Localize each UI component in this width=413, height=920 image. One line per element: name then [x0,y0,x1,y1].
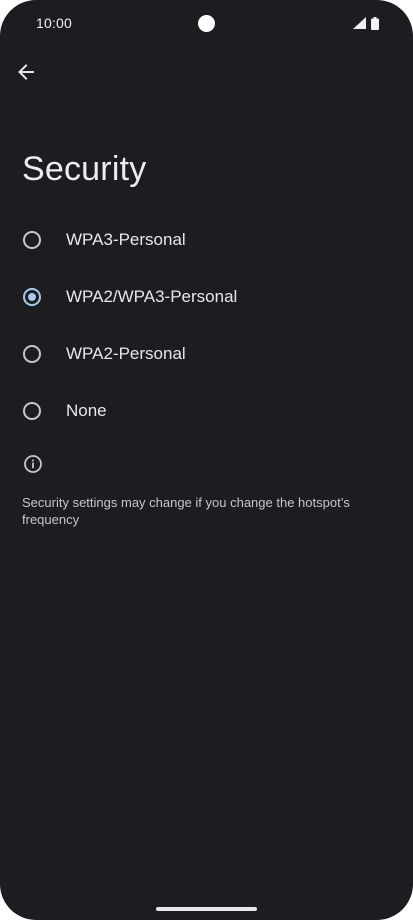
phone-screen: 10:00 Security WPA3-Personal WPA2/WPA3-P… [0,0,413,920]
option-wpa2-personal[interactable]: WPA2-Personal [0,325,413,382]
arrow-left-icon [18,64,34,80]
security-options: WPA3-Personal WPA2/WPA3-Personal WPA2-Pe… [0,211,413,439]
option-label: WPA3-Personal [66,229,186,249]
status-time: 10:00 [36,15,73,31]
status-bar: 10:00 [0,0,413,46]
camera-cutout [198,15,215,32]
info-text: Security settings may change if you chan… [22,495,350,527]
radio-button[interactable] [23,401,41,420]
option-wpa3-personal[interactable]: WPA3-Personal [0,211,413,268]
option-label: None [66,400,107,420]
navigation-handle[interactable] [156,907,257,911]
radio-button[interactable] [23,230,41,249]
option-label: WPA2-Personal [66,343,186,363]
info-icon [24,455,42,473]
option-label: WPA2/WPA3-Personal [66,286,238,306]
radio-button[interactable] [23,344,41,363]
option-none[interactable]: None [0,382,413,439]
back-button[interactable] [10,56,42,88]
option-wpa2-wpa3-personal[interactable]: WPA2/WPA3-Personal [0,268,413,325]
radio-button-selected[interactable] [23,287,41,306]
status-icons [353,16,379,30]
battery-icon [371,16,379,30]
signal-icon [353,17,366,29]
page-title: Security [22,150,147,188]
